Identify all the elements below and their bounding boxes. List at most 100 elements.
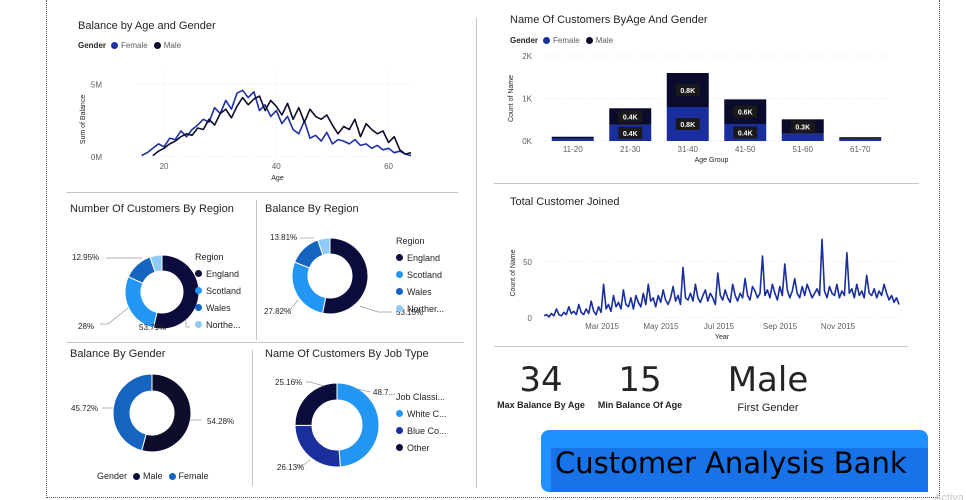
x-tick-label: 31-40 [678, 145, 699, 154]
x-tick-label: 40 [272, 162, 281, 171]
x-tick-label: 60 [384, 162, 393, 171]
chart-legend: Job Classi... White C... Blue Co... Othe… [396, 392, 447, 456]
panel-customers-by-region: Number Of Customers By Region 53.79% 28% 1… [66, 196, 254, 340]
x-tick-label: 41-50 [735, 145, 756, 154]
bar-male [551, 136, 594, 139]
donut-slice-blue-collar [294, 424, 341, 468]
panel-balance-by-region: Balance By Region 53.15% 27.82% 13.81% Reg… [260, 196, 460, 340]
y-tick-label: 5M [91, 81, 102, 90]
divider-h-top-right [494, 183, 919, 184]
legend-item: Wales [195, 299, 241, 316]
divider-vertical-main [476, 18, 477, 488]
chart-legend: Gender Male Female [97, 471, 209, 481]
kpi-max-balance: 34 Max Balance By Age [496, 360, 586, 410]
bar-female [551, 138, 594, 141]
data-label: 45.72% [71, 404, 98, 413]
legend-item: Wales [396, 283, 444, 300]
data-label-leader [359, 305, 392, 313]
line-chart-customers-joined: 0 50 Mar 2015 May 2015 Jul 2015 Sep 2015 Nov 2… [510, 238, 900, 341]
x-tick-label: Nov 2015 [821, 322, 856, 331]
bar-female [839, 138, 882, 141]
data-label: 0.6K [738, 110, 753, 117]
watermark-text: Activa [934, 492, 964, 500]
x-axis-label: Age [271, 175, 284, 182]
x-axis-label: Age Group [695, 157, 729, 164]
data-label: 27.82% [264, 307, 291, 316]
legend-title: Gender [97, 471, 128, 481]
legend-item: England [195, 265, 241, 282]
donut-slice-other [294, 382, 338, 426]
legend-item: Norther... [396, 300, 444, 317]
donut-slice-scotland [291, 261, 327, 314]
divider-h-mid-right [494, 346, 908, 347]
report-title: Customer Analysis Bank [555, 446, 907, 480]
y-tick-label: 2K [522, 52, 532, 61]
panel-customers-by-age-gender: Name Of Customers ByAge And Gender Gende… [494, 4, 914, 182]
x-tick-label: Mar 2015 [585, 322, 619, 331]
divider-h-mid-left [66, 342, 464, 343]
kpi-label: Max Balance By Age [497, 400, 585, 410]
y-axis-label: Count of Name [510, 249, 517, 296]
bar-male [839, 137, 882, 139]
data-label: 0.4K [623, 131, 638, 138]
y-axis-label: Sum of Balance [80, 95, 87, 145]
data-label: 13.81% [270, 233, 297, 242]
data-label: 53.79% [139, 323, 166, 332]
series-line-male [152, 95, 412, 157]
data-label: 26.13% [277, 463, 304, 472]
legend-male-label: Male [143, 471, 163, 481]
x-tick-label: 21-30 [620, 145, 641, 154]
x-tick-label: May 2015 [643, 322, 679, 331]
legend-female-label: Female [178, 471, 209, 481]
kpi-label: Min Balance Of Age [597, 400, 683, 410]
y-tick-label: 0 [528, 314, 533, 323]
data-label: 25.16% [275, 378, 302, 387]
data-label: 28% [78, 322, 94, 331]
donut-slice-scotland [124, 276, 158, 329]
kpi-value: 15 [618, 360, 662, 400]
panel-customers-by-job-type: Name Of Customers By Job Type 48.7... 26.… [258, 344, 468, 488]
x-tick-label: Sep 2015 [763, 322, 798, 331]
data-label: 0.4K [738, 131, 753, 138]
data-label: 0.3K [795, 125, 810, 132]
divider-h-top-left [66, 192, 458, 193]
legend-title: Job Classi... [396, 392, 446, 402]
data-label: 48.7... [373, 388, 395, 397]
donut-chart-balance-by-gender: 54.28% 45.72% [71, 373, 234, 453]
data-label: 12.95% [72, 253, 99, 262]
legend-item: Blue Co... [396, 422, 447, 439]
divider-v-bottom-left [252, 350, 253, 486]
legend-male-swatch [133, 472, 141, 480]
data-label-leader [185, 320, 190, 328]
x-axis-label: Year [715, 334, 730, 341]
panel-balance-by-gender: Balance By Gender 54.28% 45.72% Gender Ma… [66, 344, 252, 488]
kpi-label: First Gender [737, 402, 799, 414]
panel-total-customer-joined: Total Customer Joined 0 50 Mar 2015 May 201… [494, 188, 914, 344]
y-axis-label: Count of Name [508, 75, 515, 122]
y-tick-label: 0K [522, 137, 532, 146]
data-label-leader [100, 307, 129, 325]
legend-title: Region [396, 236, 425, 246]
legend-item: England [396, 249, 444, 266]
data-label: 0.4K [623, 115, 638, 122]
x-tick-label: 20 [160, 162, 169, 171]
x-tick-label: 61-70 [850, 145, 871, 154]
legend-item: White C... [396, 405, 447, 422]
bar-chart-customers-by-age: 0K 1K 2K 11-20 0.4K 0.4K 21-30 0.8K 0.8K 31-40 0.4… [508, 52, 889, 164]
x-tick-label: Jul 2015 [704, 322, 735, 331]
y-tick-label: 1K [522, 95, 532, 104]
legend-item: Other [396, 439, 447, 456]
chart-legend: Region England Scotland Wales Northe... [195, 252, 241, 333]
legend-female-swatch [168, 472, 176, 480]
data-label: 0.8K [680, 88, 695, 95]
report-title-banner: Customer Analysis Bank [541, 430, 928, 492]
series-line-customers [543, 238, 900, 318]
legend-item: Northe... [195, 316, 241, 333]
x-tick-label: 51-60 [793, 145, 814, 154]
panel-balance-by-age-gender: Balance by Age and Gender Gender Female … [66, 10, 466, 190]
bar-female [781, 133, 824, 141]
kpi-value: Male [727, 360, 809, 400]
legend-title: Region [195, 252, 224, 262]
data-label: 0.8K [680, 122, 695, 129]
divider-v-mid-left [256, 200, 257, 340]
